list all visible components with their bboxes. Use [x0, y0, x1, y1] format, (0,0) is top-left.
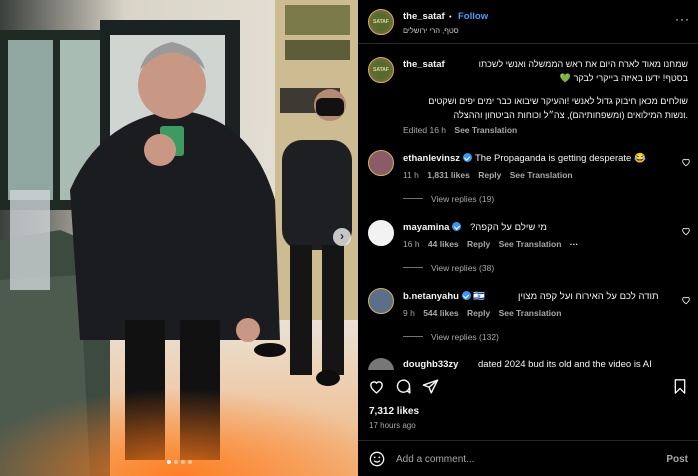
- share-icon[interactable]: [422, 378, 439, 395]
- comment-text: תודה לכם על האירוח ועל קפה מצוין: [518, 291, 659, 302]
- verified-badge-icon: [461, 291, 471, 300]
- commenter-avatar[interactable]: [368, 150, 394, 176]
- caption-meta: Edited 16 h See Translation: [403, 125, 517, 135]
- replies-divider: [403, 267, 423, 268]
- israel-flag-icon: 🇮🇱: [473, 291, 486, 302]
- next-media-button[interactable]: ›: [333, 228, 351, 246]
- comment-text: dated 2024 bud its old and the video is …: [478, 359, 652, 370]
- add-comment-bar: Add a comment... Post: [358, 440, 698, 476]
- author-username[interactable]: the_sataf: [403, 11, 445, 22]
- commenter-avatar[interactable]: [368, 358, 394, 370]
- carousel-dot: [167, 460, 171, 464]
- post-media[interactable]: ›: [0, 0, 358, 476]
- post-timestamp[interactable]: 17 hours ago: [369, 421, 416, 430]
- commenter-avatar[interactable]: [368, 220, 394, 246]
- reply-button[interactable]: Reply: [478, 170, 501, 180]
- verified-badge-icon: [462, 153, 472, 162]
- reply-button[interactable]: Reply: [467, 239, 490, 249]
- post-details-panel: SATAF the_sataf • Follow סטף, הרי ירושלי…: [358, 0, 698, 476]
- caption-age: 16 h: [429, 125, 447, 135]
- comment-username[interactable]: b.netanyahu 🇮🇱: [403, 291, 485, 302]
- comment-input[interactable]: Add a comment...: [396, 454, 474, 465]
- comment-likes[interactable]: 1,831 likes: [427, 170, 470, 180]
- author-avatar[interactable]: SATAF: [368, 9, 394, 35]
- caption-line: .ונשות המילואים (ומשפחותיהם), צה״ל וכוחו…: [453, 110, 689, 120]
- comment-meta: 11 h 1,831 likes Reply See Translation: [403, 170, 573, 180]
- avatar-logo: SATAF: [372, 13, 390, 31]
- carousel-dot: [174, 460, 178, 464]
- comment-heart-icon[interactable]: [681, 295, 691, 305]
- heart-icon[interactable]: [368, 378, 385, 395]
- view-replies-button[interactable]: View replies (38): [403, 263, 494, 273]
- view-replies-button[interactable]: View replies (19): [403, 194, 494, 204]
- comment-text: The Propaganda is getting desperate 😂: [475, 153, 646, 164]
- post-actions: [358, 370, 698, 406]
- comment-age: 16 h: [403, 239, 420, 249]
- comment-meta: 9 h 544 likes Reply See Translation: [403, 308, 561, 318]
- bookmark-icon[interactable]: [672, 378, 688, 395]
- see-translation-link[interactable]: See Translation: [499, 308, 562, 318]
- comment-meta: 16 h 44 likes Reply See Translation ···: [403, 239, 578, 249]
- comment-username[interactable]: ethanlevinsz: [403, 153, 472, 164]
- caption-line: בסטף! ידעו באיזה בייקרי לבקר 💚: [559, 73, 688, 83]
- post-photo: [0, 0, 358, 476]
- carousel-indicator: [167, 460, 192, 464]
- caption-line: שמחנו מאוד לארח היום את ראש הממשלה ואנשי…: [478, 59, 688, 69]
- caption-avatar[interactable]: SATAF: [368, 57, 394, 83]
- avatar-logo: SATAF: [372, 61, 390, 79]
- see-translation-link[interactable]: See Translation: [510, 170, 573, 180]
- separator-dot: •: [449, 12, 452, 21]
- replies-divider: [403, 336, 423, 337]
- emoji-icon[interactable]: [369, 451, 385, 467]
- verified-badge-icon: [452, 222, 462, 231]
- comment-username[interactable]: mayamina: [403, 222, 462, 233]
- more-options-icon[interactable]: ···: [675, 12, 690, 26]
- comment-heart-icon[interactable]: [681, 157, 691, 167]
- carousel-dot: [188, 460, 192, 464]
- post-header: SATAF the_sataf • Follow סטף, הרי ירושלי…: [358, 0, 698, 44]
- chevron-right-icon: ›: [340, 229, 344, 243]
- comment-icon[interactable]: [395, 378, 412, 395]
- view-replies-button[interactable]: View replies (132): [403, 332, 499, 342]
- comment-heart-icon[interactable]: [681, 226, 691, 236]
- comment-text: מי שילם על הקפה?: [470, 222, 547, 233]
- see-translation-link[interactable]: See Translation: [499, 239, 562, 249]
- comment-partial: doughb33zy dated 2024 bud its old and th…: [358, 355, 698, 370]
- caption-line: שולחים מכאן חיבוק גדול לאנשי !והעיקר שיב…: [428, 96, 688, 106]
- reply-button[interactable]: Reply: [467, 308, 490, 318]
- replies-divider: [403, 198, 423, 199]
- post-comment-button[interactable]: Post: [666, 454, 688, 465]
- see-translation-link[interactable]: See Translation: [454, 125, 517, 135]
- post-location[interactable]: סטף, הרי ירושלים: [403, 26, 459, 35]
- comment-more-icon[interactable]: ···: [570, 239, 579, 249]
- comment-age: 11 h: [403, 170, 419, 180]
- carousel-dot: [181, 460, 185, 464]
- edited-label: Edited: [403, 125, 428, 135]
- post-likes-count[interactable]: 7,312 likes: [369, 406, 419, 417]
- comment-age: 9 h: [403, 308, 415, 318]
- commenter-avatar[interactable]: [368, 288, 394, 314]
- comment-likes[interactable]: 44 likes: [428, 239, 459, 249]
- caption-username[interactable]: the_sataf: [403, 59, 445, 70]
- comment-likes[interactable]: 544 likes: [423, 308, 458, 318]
- follow-button[interactable]: Follow: [458, 11, 488, 22]
- comment-username[interactable]: doughb33zy: [403, 359, 458, 370]
